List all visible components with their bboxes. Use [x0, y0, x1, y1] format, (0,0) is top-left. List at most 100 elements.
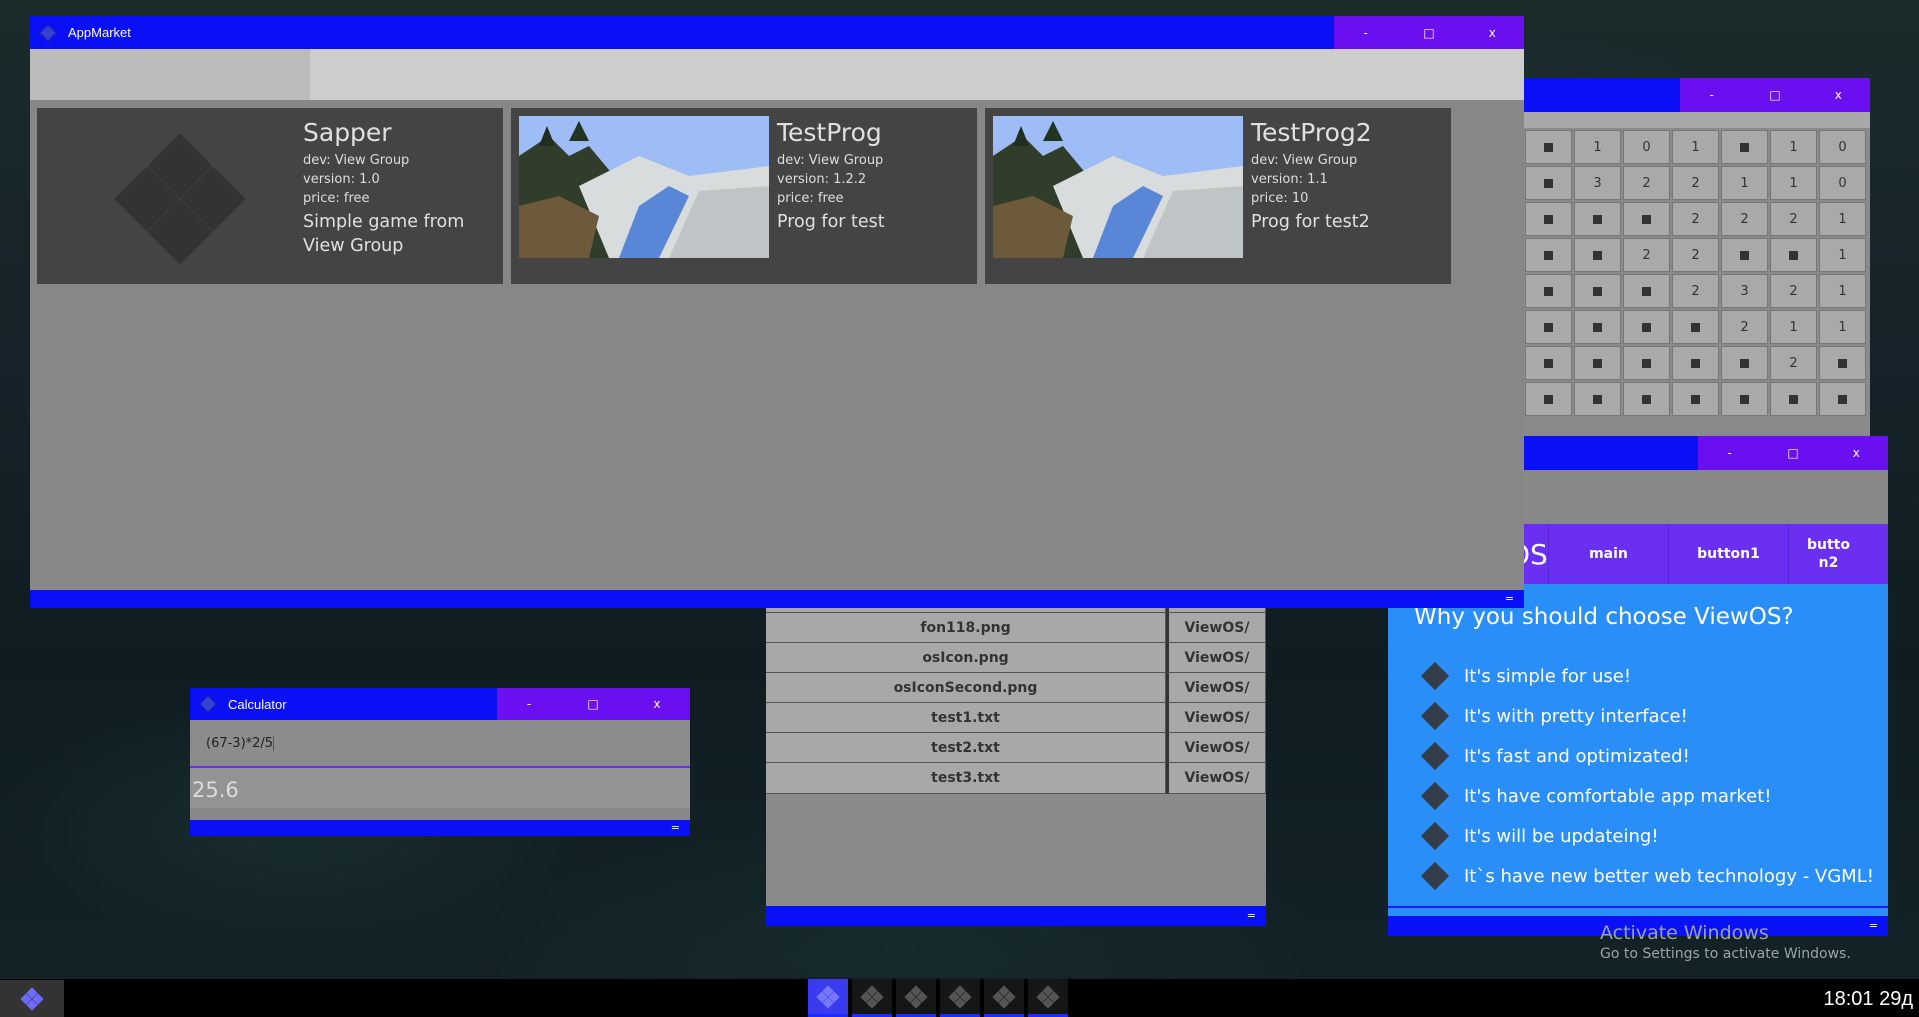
closed-cell[interactable]: [1525, 346, 1572, 380]
open-cell[interactable]: 3: [1574, 166, 1621, 200]
closed-cell[interactable]: [1770, 382, 1817, 416]
closed-cell[interactable]: [1819, 346, 1866, 380]
file-path[interactable]: ViewOS/: [1166, 672, 1266, 704]
open-cell[interactable]: 2: [1770, 274, 1817, 308]
closed-cell[interactable]: [1672, 310, 1719, 344]
maximize-button[interactable]: □: [1397, 16, 1460, 49]
file-row[interactable]: osIcon.png ViewOS/: [766, 642, 1266, 676]
app-card-sapper[interactable]: Sapper dev: View Group version: 1.0 pric…: [37, 108, 503, 284]
closed-cell[interactable]: [1525, 202, 1572, 236]
expression-input[interactable]: (67-3)*2/5: [190, 720, 690, 768]
closed-cell[interactable]: [1721, 382, 1768, 416]
app-card-testprog2[interactable]: TestProg2 dev: View Group version: 1.1 p…: [985, 108, 1451, 284]
open-cell[interactable]: 2: [1623, 166, 1670, 200]
open-cell[interactable]: 1: [1819, 310, 1866, 344]
file-path[interactable]: ViewOS/: [1166, 702, 1266, 734]
taskbar-app-button[interactable]: [896, 979, 936, 1017]
appmarket-window[interactable]: AppMarket - □ x Sapper dev: View Group v…: [30, 16, 1524, 608]
open-cell[interactable]: 2: [1623, 238, 1670, 272]
taskbar-app-button[interactable]: [808, 979, 848, 1017]
open-cell[interactable]: 2: [1721, 202, 1768, 236]
open-cell[interactable]: 0: [1623, 130, 1670, 164]
file-path[interactable]: ViewOS/: [1166, 612, 1266, 644]
maximize-button[interactable]: □: [1761, 436, 1824, 470]
closed-cell[interactable]: [1525, 130, 1572, 164]
open-cell[interactable]: 2: [1672, 238, 1719, 272]
file-row[interactable]: fon118.png ViewOS/: [766, 612, 1266, 646]
maximize-button[interactable]: □: [561, 688, 625, 720]
closed-cell[interactable]: [1672, 346, 1719, 380]
open-cell[interactable]: 1: [1770, 130, 1817, 164]
minesweeper-board[interactable]: 10110322110222122123212112: [1524, 129, 1867, 417]
closed-cell[interactable]: [1574, 202, 1621, 236]
file-row[interactable]: test3.txt ViewOS/: [766, 762, 1266, 796]
file-name[interactable]: osIconSecond.png: [766, 672, 1166, 704]
open-cell[interactable]: 2: [1672, 166, 1719, 200]
closed-cell[interactable]: [1574, 346, 1621, 380]
calculator-window[interactable]: Calculator - □ x (67-3)*2/5 25.6 =: [190, 688, 690, 836]
file-name[interactable]: osIcon.png: [766, 642, 1166, 674]
close-button[interactable]: x: [625, 688, 689, 720]
nav-button2[interactable]: butto n2: [1788, 524, 1868, 584]
closed-cell[interactable]: [1574, 382, 1621, 416]
sapper-titlebar[interactable]: - □ x: [1508, 78, 1870, 112]
file-row[interactable]: test2.txt ViewOS/: [766, 732, 1266, 766]
open-cell[interactable]: 2: [1770, 346, 1817, 380]
open-cell[interactable]: 0: [1819, 166, 1866, 200]
file-name[interactable]: test2.txt: [766, 732, 1166, 764]
taskbar-app-button[interactable]: [852, 979, 892, 1017]
closed-cell[interactable]: [1623, 382, 1670, 416]
calculator-titlebar[interactable]: Calculator - □ x: [190, 688, 690, 720]
closed-cell[interactable]: [1574, 238, 1621, 272]
minimize-button[interactable]: -: [497, 688, 561, 720]
closed-cell[interactable]: [1623, 310, 1670, 344]
close-button[interactable]: x: [1807, 78, 1870, 112]
file-name[interactable]: test1.txt: [766, 702, 1166, 734]
taskbar-app-button[interactable]: [984, 979, 1024, 1017]
closed-cell[interactable]: [1721, 130, 1768, 164]
file-path[interactable]: ViewOS/: [1166, 732, 1266, 764]
closed-cell[interactable]: [1672, 382, 1719, 416]
nav-button1[interactable]: button1: [1668, 524, 1788, 584]
taskbar-app-button[interactable]: [940, 979, 980, 1017]
open-cell[interactable]: 2: [1672, 274, 1719, 308]
file-path[interactable]: ViewOS/: [1166, 642, 1266, 674]
closed-cell[interactable]: [1525, 382, 1572, 416]
closed-cell[interactable]: [1623, 202, 1670, 236]
open-cell[interactable]: 1: [1574, 130, 1621, 164]
maximize-button[interactable]: □: [1743, 78, 1806, 112]
file-name[interactable]: fon118.png: [766, 612, 1166, 644]
closed-cell[interactable]: [1525, 310, 1572, 344]
closed-cell[interactable]: [1623, 346, 1670, 380]
closed-cell[interactable]: [1819, 382, 1866, 416]
open-cell[interactable]: 1: [1819, 202, 1866, 236]
taskbar-app-button[interactable]: [1028, 979, 1068, 1017]
appmarket-tab[interactable]: [30, 49, 310, 100]
minimize-button[interactable]: -: [1698, 436, 1761, 470]
closed-cell[interactable]: [1770, 238, 1817, 272]
closed-cell[interactable]: [1721, 238, 1768, 272]
closed-cell[interactable]: [1574, 274, 1621, 308]
minimize-button[interactable]: -: [1680, 78, 1743, 112]
file-manager-window[interactable]: fon117.pngViewOS/fon118.pngViewOS/osIcon…: [766, 590, 1266, 926]
file-name[interactable]: test3.txt: [766, 762, 1166, 794]
start-button[interactable]: [0, 980, 64, 1017]
open-cell[interactable]: 1: [1770, 166, 1817, 200]
open-cell[interactable]: 1: [1672, 130, 1719, 164]
open-cell[interactable]: 3: [1721, 274, 1768, 308]
closed-cell[interactable]: [1525, 166, 1572, 200]
closed-cell[interactable]: [1525, 274, 1572, 308]
closed-cell[interactable]: [1574, 310, 1621, 344]
closed-cell[interactable]: [1623, 274, 1670, 308]
close-button[interactable]: x: [1461, 16, 1524, 49]
closed-cell[interactable]: [1525, 238, 1572, 272]
open-cell[interactable]: 0: [1819, 130, 1866, 164]
file-row[interactable]: osIconSecond.png ViewOS/: [766, 672, 1266, 706]
open-cell[interactable]: 2: [1770, 202, 1817, 236]
app-card-testprog[interactable]: TestProg dev: View Group version: 1.2.2 …: [511, 108, 977, 284]
open-cell[interactable]: 2: [1672, 202, 1719, 236]
nav-main-button[interactable]: main: [1548, 524, 1668, 584]
sapper-window[interactable]: - □ x 10110322110222122123212112: [1508, 78, 1870, 438]
open-cell[interactable]: 1: [1819, 238, 1866, 272]
open-cell[interactable]: 1: [1770, 310, 1817, 344]
